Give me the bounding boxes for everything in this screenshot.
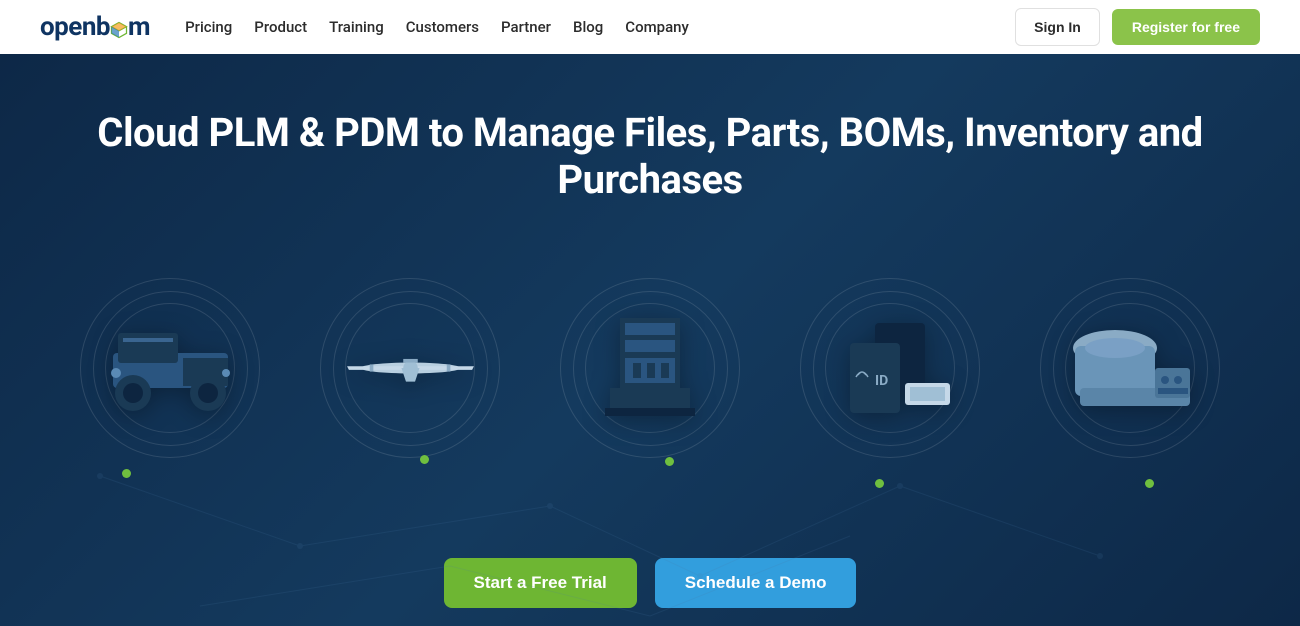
nav-company[interactable]: Company xyxy=(625,18,689,36)
svg-text:ID: ID xyxy=(875,373,888,389)
indicator-dot-icon xyxy=(420,455,429,464)
hero-section: Cloud PLM & PDM to Manage Files, Parts, … xyxy=(0,54,1300,626)
nav-product[interactable]: Product xyxy=(254,18,307,36)
product-id-devices: ID xyxy=(800,278,980,458)
utility-vehicle-icon xyxy=(98,311,243,426)
register-button[interactable]: Register for free xyxy=(1112,9,1260,45)
medical-equipment-icon xyxy=(1058,311,1203,426)
main-header: openb m Pricing Product Training Custome… xyxy=(0,0,1300,54)
product-row: ID xyxy=(0,278,1300,458)
nav-blog[interactable]: Blog xyxy=(573,18,603,36)
drone-aircraft-icon xyxy=(338,311,483,426)
logo[interactable]: openb m xyxy=(40,12,150,42)
product-machinery xyxy=(560,278,740,458)
nav-partner[interactable]: Partner xyxy=(501,18,551,36)
product-drone xyxy=(320,278,500,458)
product-utility-vehicle xyxy=(80,278,260,458)
nav-training[interactable]: Training xyxy=(329,18,384,36)
id-devices-icon: ID xyxy=(818,311,963,426)
indicator-dot-icon xyxy=(1145,479,1154,488)
signin-button[interactable]: Sign In xyxy=(1015,8,1100,46)
logo-o-icon xyxy=(109,17,129,37)
nav-customers[interactable]: Customers xyxy=(406,18,479,36)
logo-text-1: openb xyxy=(40,12,110,42)
nav-pricing[interactable]: Pricing xyxy=(185,18,232,36)
machinery-icon xyxy=(578,311,723,426)
main-nav: Pricing Product Training Customers Partn… xyxy=(185,18,1015,36)
indicator-dot-icon xyxy=(665,457,674,466)
indicator-dot-icon xyxy=(122,469,131,478)
logo-text-2: m xyxy=(128,12,150,42)
indicator-dot-icon xyxy=(875,479,884,488)
header-actions: Sign In Register for free xyxy=(1015,8,1260,46)
hero-title: Cloud PLM & PDM to Manage Files, Parts, … xyxy=(0,109,1300,203)
product-medical xyxy=(1040,278,1220,458)
